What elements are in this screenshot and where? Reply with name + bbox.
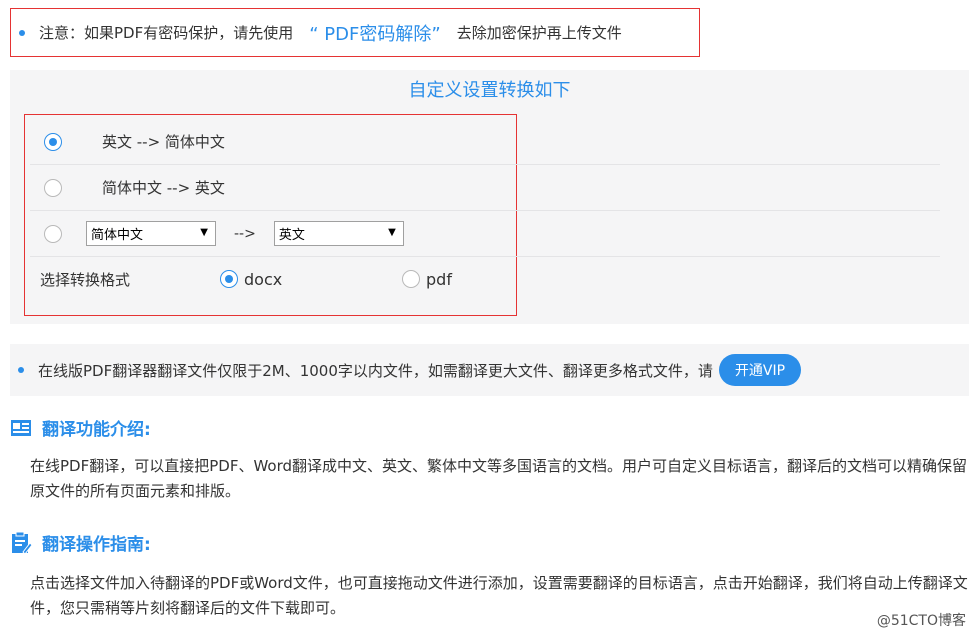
notice-suffix: 去除加密保护再上传文件: [456, 24, 622, 42]
source-language-select[interactable]: 简体中文 ▼: [86, 221, 216, 246]
option-row-zh-en[interactable]: 简体中文 --> 英文: [30, 165, 940, 211]
guide-title: 翻译操作指南:: [42, 535, 151, 555]
format-pdf-label: pdf: [426, 269, 452, 289]
quota-notice: 在线版PDF翻译器翻译文件仅限于2M、1000字以内文件，如需翻译更大文件、翻译…: [10, 344, 969, 396]
password-notice: 注意：如果PDF有密码保护，请先使用 “ PDF密码解除” 去除加密保护再上传文…: [10, 8, 700, 57]
settings-title: 自定义设置转换如下: [408, 80, 571, 101]
format-docx-label: docx: [244, 269, 283, 289]
option-row-custom[interactable]: 简体中文 ▼ --> 英文 ▼: [30, 211, 940, 257]
quota-text: 在线版PDF翻译器翻译文件仅限于2M、1000字以内文件，如需翻译更大文件、翻译…: [38, 361, 713, 380]
target-language-select[interactable]: 英文 ▼: [273, 221, 404, 246]
radio-format-pdf[interactable]: [402, 270, 420, 288]
guide-heading: 翻译操作指南:: [10, 530, 151, 555]
target-language-value: 英文: [278, 228, 305, 243]
option-label-zh-to-en: 简体中文 --> 英文: [102, 179, 225, 197]
watermark: @51CTO博客: [876, 613, 966, 629]
dropdown-arrow-icon: ▼: [388, 227, 396, 238]
guide-body: 点击选择文件加入待翻译的PDF或Word文件，也可直接拖动文件进行添加，设置需要…: [30, 574, 968, 617]
radio-format-docx[interactable]: [220, 270, 238, 288]
format-label: 选择转换格式: [40, 270, 131, 289]
source-language-value: 简体中文: [91, 228, 144, 243]
bullet-dot-icon: [18, 367, 24, 373]
intro-title: 翻译功能介绍:: [42, 420, 151, 440]
clipboard-edit-icon: [12, 531, 32, 555]
radio-custom[interactable]: [44, 224, 62, 243]
bullet-dot-icon: [19, 29, 25, 36]
conversion-settings-panel: 自定义设置转换如下 英文 --> 简体中文 简体中文 --> 英文 简体中文 ▼…: [10, 70, 969, 324]
option-row-en-zh[interactable]: 英文 --> 简体中文: [30, 119, 940, 165]
option-label-en-to-zh: 英文 --> 简体中文: [102, 133, 225, 151]
dropdown-arrow-icon: ▼: [200, 227, 208, 238]
intro-body: 在线PDF翻译，可以直接把PDF、Word翻译成中文、英文、繁体中文等多国语言的…: [30, 457, 968, 500]
format-row: 选择转换格式 docx pdf: [30, 256, 940, 302]
notice-prefix: 注意：如果PDF有密码保护，请先使用: [39, 24, 294, 42]
open-vip-button[interactable]: 开通VIP: [718, 354, 802, 386]
newspaper-icon: [11, 419, 31, 436]
pdf-password-remove-link[interactable]: “ PDF密码解除”: [309, 20, 440, 46]
intro-heading: 翻译功能介绍:: [10, 415, 151, 440]
custom-arrow: -->: [234, 225, 256, 242]
radio-zh-to-en[interactable]: [44, 178, 62, 197]
radio-en-to-zh[interactable]: [44, 132, 62, 151]
